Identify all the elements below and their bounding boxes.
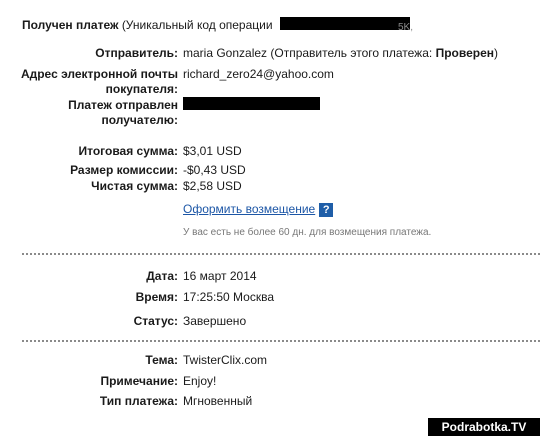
refund-link[interactable]: Оформить возмещение [183,202,315,216]
note-label: Примечание: [100,374,178,388]
total-value: $3,01 USD [183,144,242,158]
recipient-label-line2: получателю: [101,113,178,127]
email-label: Адрес электронной почты покупателя: [21,67,178,97]
sender-value: maria Gonzalez (Отправитель этого платеж… [183,46,498,61]
sender-status: Проверен [435,46,494,60]
refund-row: Оформить возмещение? [183,202,334,217]
divider-2 [22,340,540,342]
time-value: 17:25:50 Москва [183,290,275,304]
transaction-id-label: (Уникальный код операции [121,18,273,32]
page-title: Получен платеж [22,18,119,32]
payment-type-label: Тип платежа: [99,394,178,408]
date-label: Дата: [146,269,178,283]
refund-note: У вас есть не более 60 дн. для возмещени… [183,227,432,238]
net-label: Чистая сумма: [91,179,178,193]
sender-name: maria Gonzalez (Отправитель этого платеж… [183,46,433,60]
page-header: Получен платеж (Уникальный код операции [22,18,273,33]
help-icon[interactable]: ? [319,202,334,217]
fee-label: Размер комиссии: [70,163,178,177]
total-label: Итоговая сумма: [78,144,178,158]
status-label: Статус: [133,314,178,328]
subject-label: Тема: [145,353,178,367]
date-value: 16 март 2014 [183,269,257,283]
email-label-line2: покупателя: [105,82,178,96]
divider-1 [22,253,540,255]
recipient-label-line1: Платеж отправлен [68,98,178,112]
redacted-recipient [183,97,320,110]
recipient-label: Платеж отправлен получателю: [68,98,178,128]
sender-close: ) [494,46,498,60]
email-value: richard_zero24@yahoo.com [183,67,334,81]
time-label: Время: [135,290,178,304]
email-label-line1: Адрес электронной почты [20,67,178,81]
status-value: Завершено [183,314,247,328]
net-value: $2,58 USD [183,179,242,193]
payment-type-value: Мгновенный [183,394,253,408]
fee-value: -$0,43 USD [183,163,246,177]
transaction-id-tail: 5K, [398,22,414,33]
subject-value: TwisterClix.com [183,353,268,367]
watermark: Podrabotka.TV [428,418,540,436]
note-value: Enjoy! [183,374,217,388]
sender-label: Отправитель: [95,46,178,60]
redacted-transaction-id [280,17,410,30]
